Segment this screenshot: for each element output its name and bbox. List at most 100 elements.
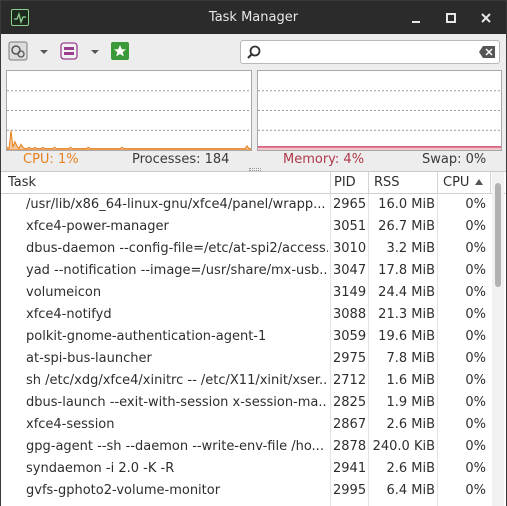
scrollbar-thumb[interactable]: [495, 183, 501, 287]
pid-cell: 3149: [333, 285, 367, 300]
table-row[interactable]: gpg-agent --sh --daemon --write-env-file…: [1, 436, 491, 458]
rss-cell: 7.8 MiB: [386, 351, 435, 366]
column-header-rss[interactable]: RSS: [369, 172, 438, 194]
rss-cell: 1.9 MiB: [386, 395, 435, 410]
search-input[interactable]: [265, 43, 471, 61]
table-row[interactable]: yad --notification --image=/usr/share/mx…: [1, 260, 491, 282]
star-icon: [111, 42, 129, 60]
table-body: /usr/lib/x86_64-linux-gnu/xfce4/panel/wr…: [1, 194, 491, 506]
table-row[interactable]: at-spi-bus-launcher 2975 7.8 MiB 0%: [1, 348, 491, 370]
cpu-cell: 0%: [465, 439, 486, 454]
table-row[interactable]: volumeicon 3149 24.4 MiB 0%: [1, 282, 491, 304]
task-name-cell: xfce4-session: [26, 417, 115, 432]
pid-cell: 3051: [333, 219, 367, 234]
pid-cell: 2825: [333, 395, 367, 410]
table-row[interactable]: syndaemon -i 2.0 -K -R 2941 2.6 MiB 0%: [1, 458, 491, 480]
sort-ascending-icon: [475, 179, 483, 185]
quick-launch-button[interactable]: [110, 41, 130, 61]
task-name-cell: gpg-agent --sh --daemon --write-env-file…: [26, 439, 324, 454]
view-button[interactable]: [59, 41, 79, 61]
toolbar: [1, 34, 506, 69]
rss-cell: 21.3 MiB: [378, 307, 435, 322]
table-row[interactable]: /usr/lib/x86_64-linux-gnu/xfce4/panel/wr…: [1, 194, 491, 216]
cpu-history-trace: [7, 130, 251, 150]
maximize-icon: [446, 13, 456, 23]
title-bar[interactable]: Task Manager: [1, 1, 506, 34]
rss-cell: 3.2 MiB: [386, 241, 435, 256]
rss-cell: 19.6 MiB: [378, 329, 435, 344]
memory-graph-plot: [258, 90, 501, 150]
vertical-scrollbar[interactable]: [492, 172, 504, 506]
cpu-cell: 0%: [465, 285, 486, 300]
settings-menu-arrow[interactable]: [38, 41, 50, 61]
cpu-graph: [6, 70, 252, 151]
task-name-cell: sh /etc/xdg/xfce4/xinitrc -- /etc/X11/xi…: [26, 373, 328, 388]
task-name-cell: gvfs-gphoto2-volume-monitor: [26, 483, 221, 498]
pid-cell: 2941: [333, 461, 367, 476]
pid-cell: 3059: [333, 329, 367, 344]
swap-usage-label: Swap: 0%: [422, 152, 487, 167]
cpu-cell: 0%: [465, 241, 486, 256]
pid-cell: 2867: [333, 417, 367, 432]
table-header: Task PID RSS CPU: [1, 172, 506, 194]
search-field[interactable]: [240, 40, 500, 64]
task-name-cell: dbus-daemon --config-file=/etc/at-spi2/a…: [26, 241, 328, 256]
task-name-cell: /usr/lib/x86_64-linux-gnu/xfce4/panel/wr…: [26, 197, 326, 212]
cpu-cell: 0%: [465, 329, 486, 344]
table-row[interactable]: dbus-launch --exit-with-session x-sessio…: [1, 392, 491, 414]
chevron-down-icon: [91, 50, 99, 54]
settings-gear-icon: [8, 41, 28, 61]
clear-backspace-icon[interactable]: [478, 45, 496, 59]
cpu-graph-plot: [7, 90, 251, 150]
column-header-task[interactable]: Task: [1, 172, 331, 194]
pid-cell: 2712: [333, 373, 367, 388]
minimize-button[interactable]: [406, 8, 426, 28]
task-name-cell: syndaemon -i 2.0 -K -R: [26, 461, 175, 476]
pid-cell: 2975: [333, 351, 367, 366]
column-header-cpu[interactable]: CPU: [438, 172, 491, 194]
chevron-down-icon: [40, 50, 48, 54]
rss-cell: 240.0 KiB: [372, 439, 435, 454]
pid-cell: 3088: [333, 307, 367, 322]
minimize-icon: [412, 21, 420, 23]
table-row[interactable]: xfce4-notifyd 3088 21.3 MiB 0%: [1, 304, 491, 326]
task-name-cell: xfce4-power-manager: [26, 219, 169, 234]
table-row[interactable]: gvfs-gphoto2-volume-monitor 2995 6.4 MiB 0%: [1, 480, 491, 502]
column-header-cpu-label: CPU: [443, 175, 470, 190]
task-name-cell: yad --notification --image=/usr/share/mx…: [26, 263, 328, 278]
rss-cell: 1.6 MiB: [386, 373, 435, 388]
rss-cell: 16.0 MiB: [378, 197, 435, 212]
cpu-cell: 0%: [465, 263, 486, 278]
close-button[interactable]: [476, 8, 496, 28]
table-row[interactable]: sh /etc/xdg/xfce4/xinitrc -- /etc/X11/xi…: [1, 370, 491, 392]
pid-cell: 2878: [333, 439, 367, 454]
cpu-usage-label: CPU: 1%: [23, 152, 79, 167]
table-row[interactable]: xfce4-power-manager 3051 26.7 MiB 0%: [1, 216, 491, 238]
rss-cell: 26.7 MiB: [378, 219, 435, 234]
rss-cell: 6.4 MiB: [386, 483, 435, 498]
task-name-cell: at-spi-bus-launcher: [26, 351, 152, 366]
rss-cell: 2.6 MiB: [386, 417, 435, 432]
table-row[interactable]: dbus-daemon --config-file=/etc/at-spi2/a…: [1, 238, 491, 260]
cpu-cell: 0%: [465, 417, 486, 432]
maximize-button[interactable]: [441, 8, 461, 28]
cpu-cell: 0%: [465, 373, 486, 388]
table-row[interactable]: xfce4-session 2867 2.6 MiB 0%: [1, 414, 491, 436]
column-header-pid[interactable]: PID: [331, 172, 369, 194]
rss-cell: 2.6 MiB: [386, 461, 435, 476]
rss-cell: 24.4 MiB: [378, 285, 435, 300]
window-title: Task Manager: [208, 10, 299, 25]
pid-cell: 3010: [333, 241, 367, 256]
cpu-cell: 0%: [465, 461, 486, 476]
memory-graph: [257, 70, 502, 151]
cpu-cell: 0%: [465, 351, 486, 366]
settings-button[interactable]: [8, 41, 28, 61]
memory-usage-label: Memory: 4%: [283, 152, 365, 167]
rss-cell: 17.8 MiB: [378, 263, 435, 278]
table-row[interactable]: polkit-gnome-authentication-agent-1 3059 1…: [1, 326, 491, 348]
process-table: Task PID RSS CPU /usr/lib/x86_64-linux-g…: [1, 171, 506, 506]
view-columns-icon: [60, 42, 78, 60]
view-menu-arrow[interactable]: [89, 41, 101, 61]
pid-cell: 2965: [333, 197, 367, 212]
pid-cell: 3047: [333, 263, 367, 278]
